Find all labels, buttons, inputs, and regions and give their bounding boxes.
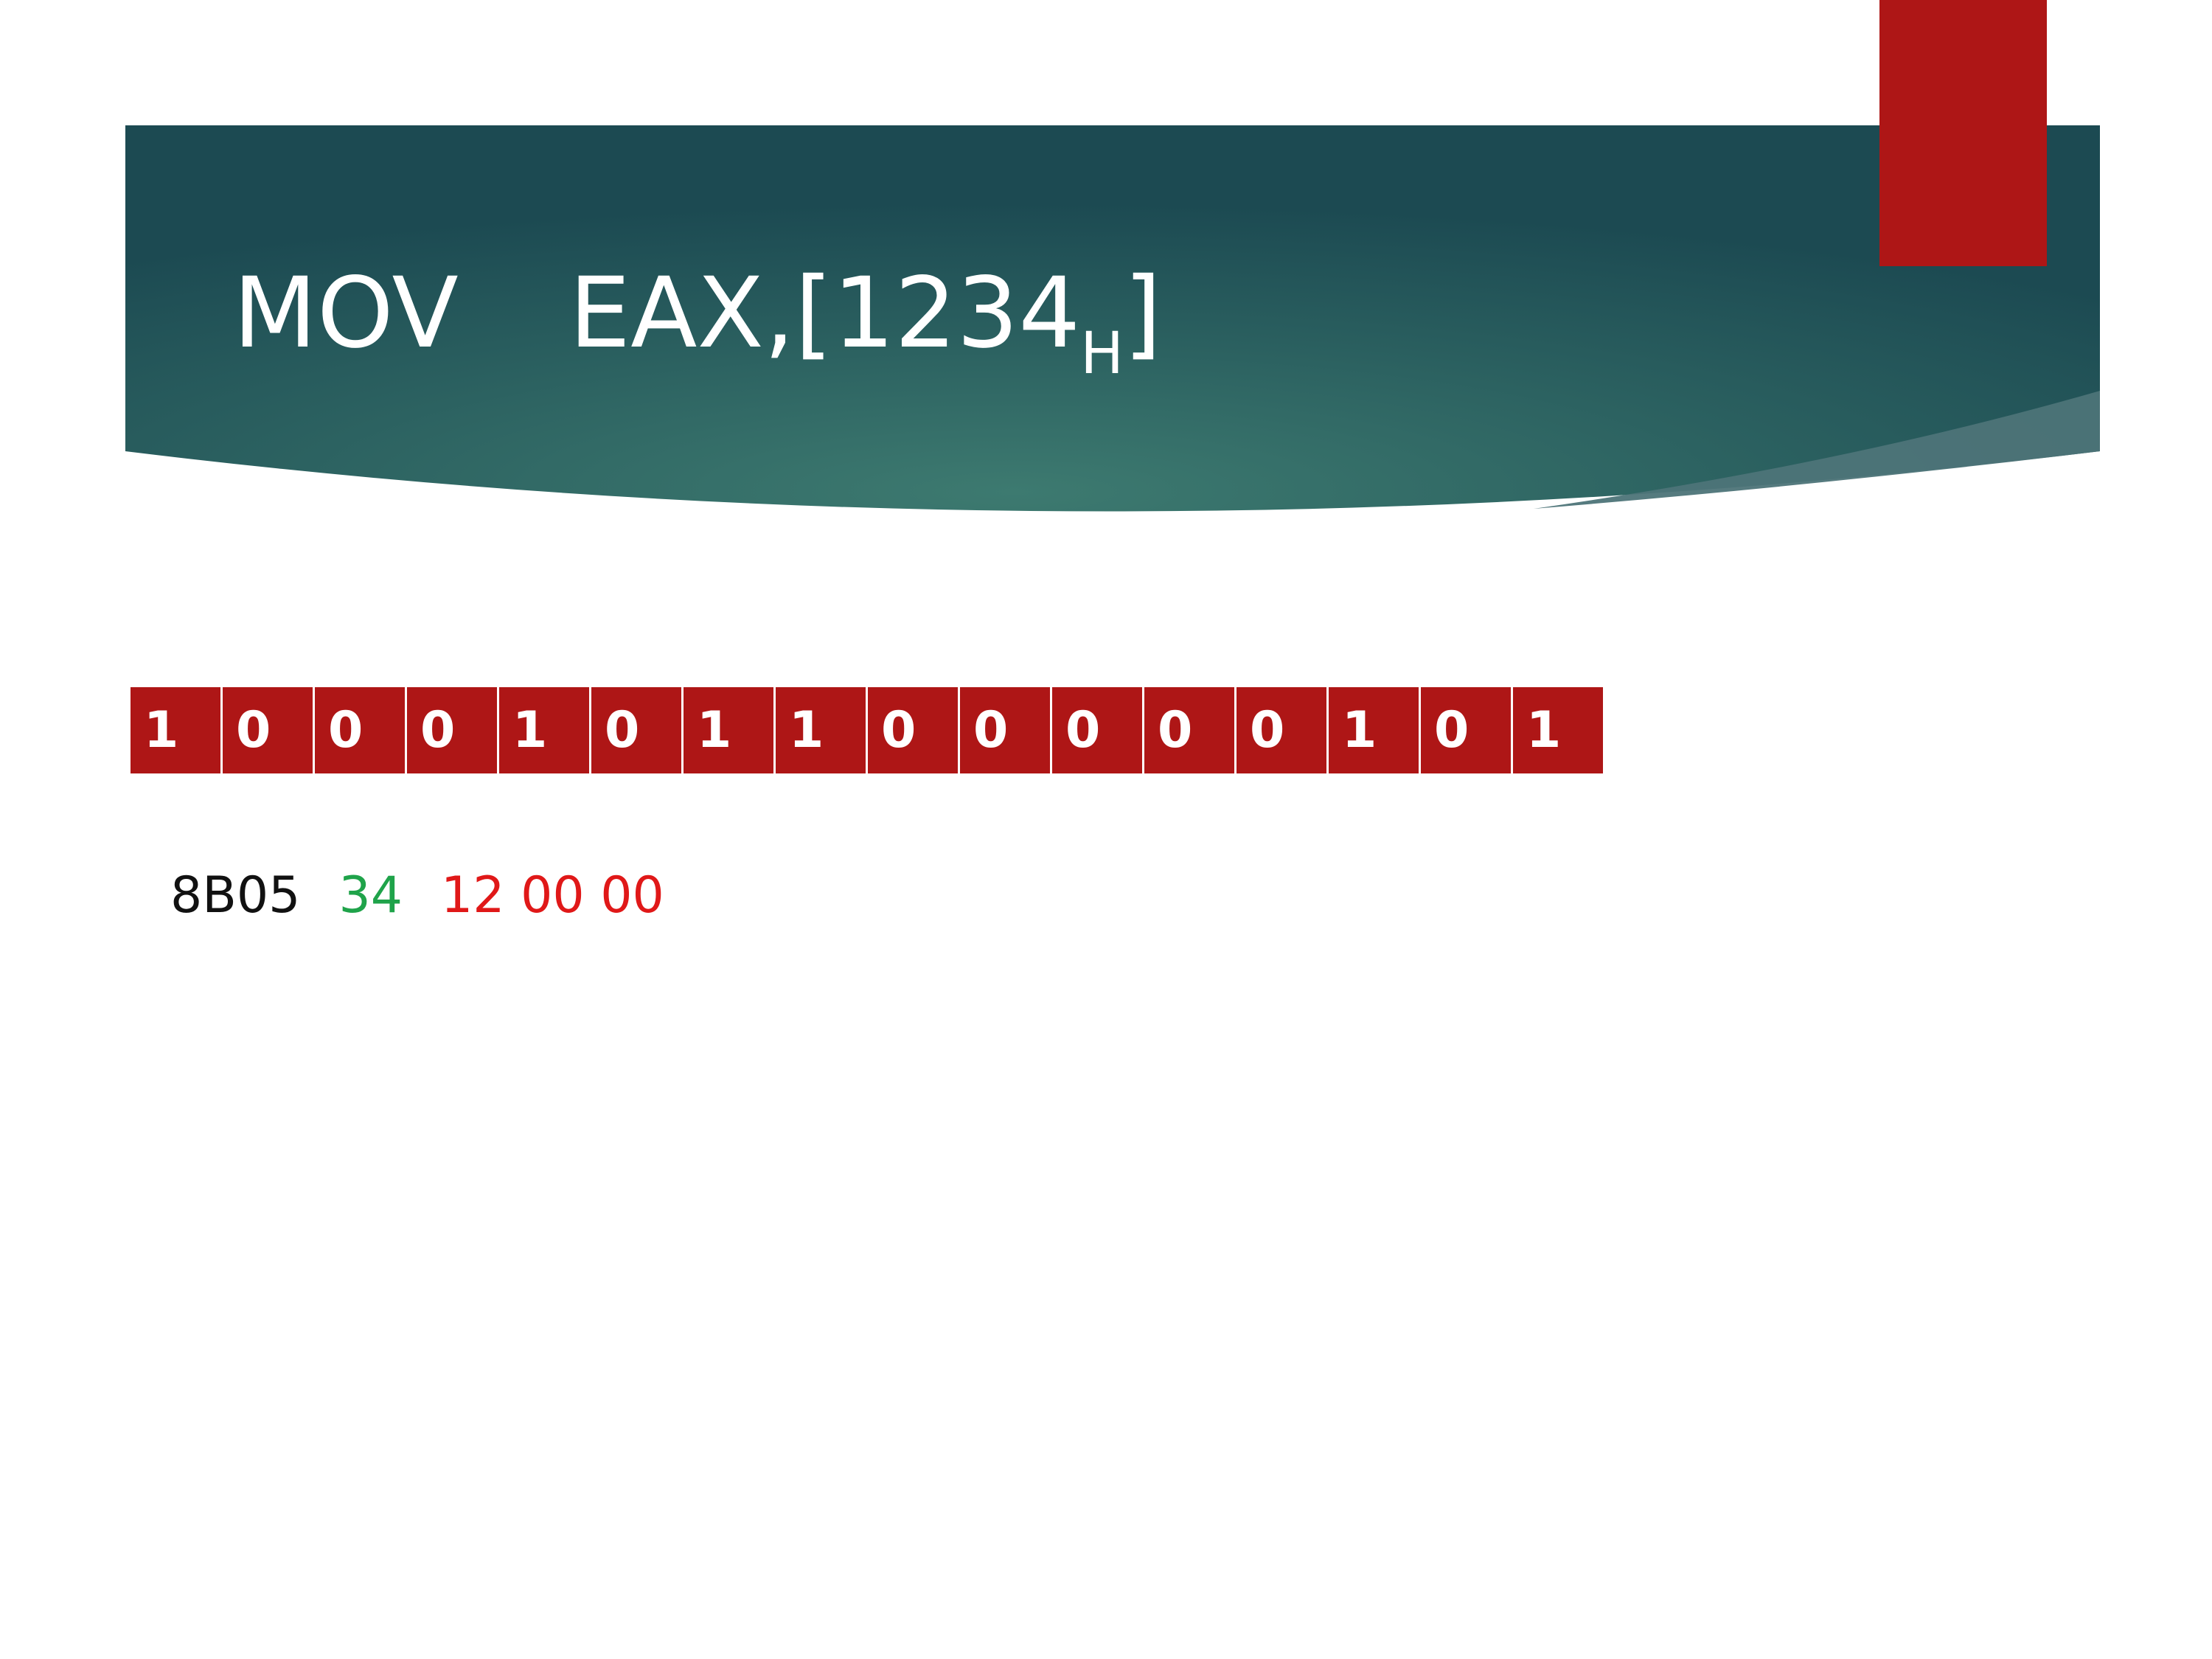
title-mnemonic: MOV bbox=[233, 257, 459, 370]
bit-cell: 0 bbox=[960, 687, 1052, 773]
bit-cell: 1 bbox=[1329, 687, 1421, 773]
title-subscript: H bbox=[1080, 321, 1124, 387]
bit-cell: 1 bbox=[1513, 687, 1603, 773]
bit-row: 1 0 0 0 1 0 1 1 0 0 0 0 0 1 0 1 bbox=[131, 687, 1603, 773]
bit-cell: 0 bbox=[1237, 687, 1329, 773]
bit-cell: 0 bbox=[1144, 687, 1237, 773]
bit-cell: 0 bbox=[1421, 687, 1513, 773]
bit-cell: 1 bbox=[776, 687, 868, 773]
modrm-byte: 34 bbox=[338, 866, 403, 925]
bit-cell: 0 bbox=[591, 687, 684, 773]
bit-cell: 0 bbox=[1052, 687, 1144, 773]
bit-cell: 0 bbox=[223, 687, 315, 773]
slide: MOV EAX,[1234H] 1 0 0 0 1 0 1 1 0 0 0 0 0… bbox=[0, 0, 2212, 1659]
bit-cell: 1 bbox=[131, 687, 223, 773]
bit-cell: 1 bbox=[684, 687, 776, 773]
bit-cell: 1 bbox=[499, 687, 591, 773]
red-accent-block bbox=[1879, 0, 2047, 266]
bit-cell: 0 bbox=[407, 687, 499, 773]
bit-cell: 0 bbox=[868, 687, 960, 773]
slide-title: MOV EAX,[1234H] bbox=[233, 251, 1161, 398]
address-bytes: 12 00 00 bbox=[440, 866, 664, 925]
bit-cell: 0 bbox=[315, 687, 407, 773]
machine-code-encoding: 8B05 34 12 00 00 bbox=[170, 863, 664, 929]
title-close-bracket: ] bbox=[1123, 257, 1162, 370]
opcode-bytes: 8B05 bbox=[170, 866, 301, 925]
title-operands: EAX,[1234 bbox=[568, 257, 1081, 370]
